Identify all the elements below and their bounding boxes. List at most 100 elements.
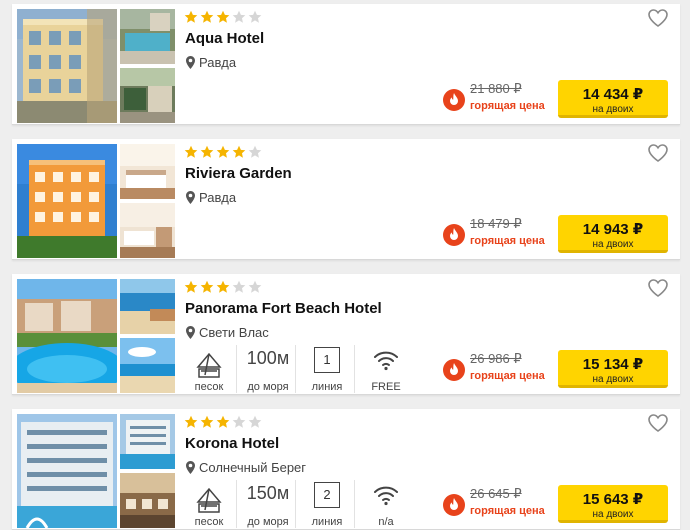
price-note: на двоих	[592, 104, 634, 115]
hotel-card[interactable]: Riviera Garden Равда 18 479 ₽ горящая це…	[12, 139, 680, 260]
price-note: на двоих	[592, 509, 634, 520]
price-note: на двоих	[592, 239, 634, 250]
hotel-features: песок 100м до моря 1 линия FREE	[182, 345, 417, 393]
feature-beach-label: песок	[194, 381, 224, 393]
hotel-photo-thumb[interactable]	[120, 473, 175, 528]
hotel-location-text: Равда	[199, 55, 237, 70]
hot-price-flame-icon	[443, 359, 465, 381]
hotel-photo-main[interactable]	[17, 414, 117, 528]
feature-line-value: 1	[314, 347, 340, 373]
feature-distance: 150м до моря	[241, 480, 296, 528]
location-pin-icon	[186, 461, 195, 474]
hot-price-label: горящая цена	[470, 235, 545, 247]
hotel-photo-thumb[interactable]	[120, 9, 175, 64]
hot-price-label: горящая цена	[470, 100, 545, 112]
hotel-card[interactable]: Korona Hotel Солнечный Берег песок 150м …	[12, 409, 680, 530]
hotel-photo-thumb[interactable]	[120, 414, 175, 469]
price-value: 15 134 ₽	[582, 356, 644, 373]
hotel-photo-thumb[interactable]	[120, 68, 175, 123]
star-empty-icon	[232, 10, 246, 23]
hotel-features: песок 150м до моря 2 линия n/a	[182, 480, 417, 528]
price-button[interactable]: 15 134 ₽ на двоих	[558, 350, 668, 388]
feature-beach-type: песок	[182, 480, 237, 528]
star-empty-icon	[248, 145, 262, 158]
location-pin-icon	[186, 326, 195, 339]
star-empty-icon	[248, 10, 262, 23]
hotel-name[interactable]: Aqua Hotel	[185, 30, 264, 47]
hotel-location: Равда	[186, 190, 236, 205]
star-filled-icon	[200, 415, 214, 428]
feature-wifi-label: FREE	[371, 381, 401, 393]
location-pin-icon	[186, 56, 195, 69]
feature-wifi: n/a	[359, 480, 413, 528]
hotel-location: Равда	[186, 55, 236, 70]
hotel-location: Солнечный Берег	[186, 460, 306, 475]
hotel-location-text: Свети Влас	[199, 325, 269, 340]
hot-price-label: горящая цена	[470, 505, 545, 517]
star-filled-icon	[216, 145, 230, 158]
wifi-icon	[374, 486, 398, 506]
favorite-heart-icon[interactable]	[648, 144, 668, 162]
star-filled-icon	[216, 280, 230, 293]
feature-beach-label: песок	[194, 516, 224, 528]
star-filled-icon	[184, 280, 198, 293]
favorite-heart-icon[interactable]	[648, 414, 668, 432]
hotel-photo-main[interactable]	[17, 9, 117, 123]
hotel-card[interactable]: Aqua Hotel Равда 21 880 ₽ горящая цена 1…	[12, 4, 680, 125]
star-rating	[184, 415, 262, 429]
hotel-photo-main[interactable]	[17, 279, 117, 393]
price-button[interactable]: 14 434 ₽ на двоих	[558, 80, 668, 118]
price-value: 15 643 ₽	[582, 491, 644, 508]
feature-wifi-label: n/a	[378, 516, 394, 528]
star-filled-icon	[184, 415, 198, 428]
star-empty-icon	[248, 280, 262, 293]
feature-distance: 100м до моря	[241, 345, 296, 393]
feature-line-label: линия	[311, 516, 343, 528]
old-price: 26 986 ₽	[470, 351, 522, 366]
star-empty-icon	[232, 280, 246, 293]
feature-wifi: FREE	[359, 345, 413, 393]
star-rating	[184, 145, 262, 159]
star-rating	[184, 280, 262, 294]
star-filled-icon	[184, 145, 198, 158]
old-price: 21 880 ₽	[470, 81, 522, 96]
price-button[interactable]: 14 943 ₽ на двоих	[558, 215, 668, 253]
feature-distance-label: до моря	[247, 516, 289, 528]
beach-umbrella-icon	[196, 352, 222, 378]
hotel-photo-thumb[interactable]	[120, 279, 175, 334]
price-note: на двоих	[592, 374, 634, 385]
star-filled-icon	[200, 280, 214, 293]
hot-price-flame-icon	[443, 89, 465, 111]
hotel-name[interactable]: Panorama Fort Beach Hotel	[185, 300, 382, 317]
price-value: 14 434 ₽	[582, 86, 644, 103]
feature-line: 1 линия	[300, 345, 355, 393]
feature-distance-value: 150м	[246, 483, 290, 503]
hotel-photo-thumb[interactable]	[120, 144, 175, 199]
hot-price-flame-icon	[443, 494, 465, 516]
feature-line: 2 линия	[300, 480, 355, 528]
star-empty-icon	[232, 415, 246, 428]
feature-distance-value: 100м	[246, 348, 290, 368]
price-button[interactable]: 15 643 ₽ на двоих	[558, 485, 668, 523]
hotel-photo-thumb[interactable]	[120, 338, 175, 393]
star-filled-icon	[200, 10, 214, 23]
star-rating	[184, 10, 262, 24]
feature-beach-type: песок	[182, 345, 237, 393]
hotel-photo-thumb[interactable]	[120, 203, 175, 258]
hotel-name[interactable]: Riviera Garden	[185, 165, 292, 182]
hotel-photo-main[interactable]	[17, 144, 117, 258]
star-filled-icon	[216, 10, 230, 23]
feature-line-value: 2	[314, 482, 340, 508]
hotel-card[interactable]: Panorama Fort Beach Hotel Свети Влас пес…	[12, 274, 680, 395]
star-filled-icon	[184, 10, 198, 23]
price-value: 14 943 ₽	[582, 221, 644, 238]
hotel-location-text: Солнечный Берег	[199, 460, 307, 475]
star-empty-icon	[248, 415, 262, 428]
old-price: 18 479 ₽	[470, 216, 522, 231]
favorite-heart-icon[interactable]	[648, 279, 668, 297]
star-filled-icon	[216, 415, 230, 428]
star-filled-icon	[200, 145, 214, 158]
location-pin-icon	[186, 191, 195, 204]
hotel-name[interactable]: Korona Hotel	[185, 435, 279, 452]
favorite-heart-icon[interactable]	[648, 9, 668, 27]
